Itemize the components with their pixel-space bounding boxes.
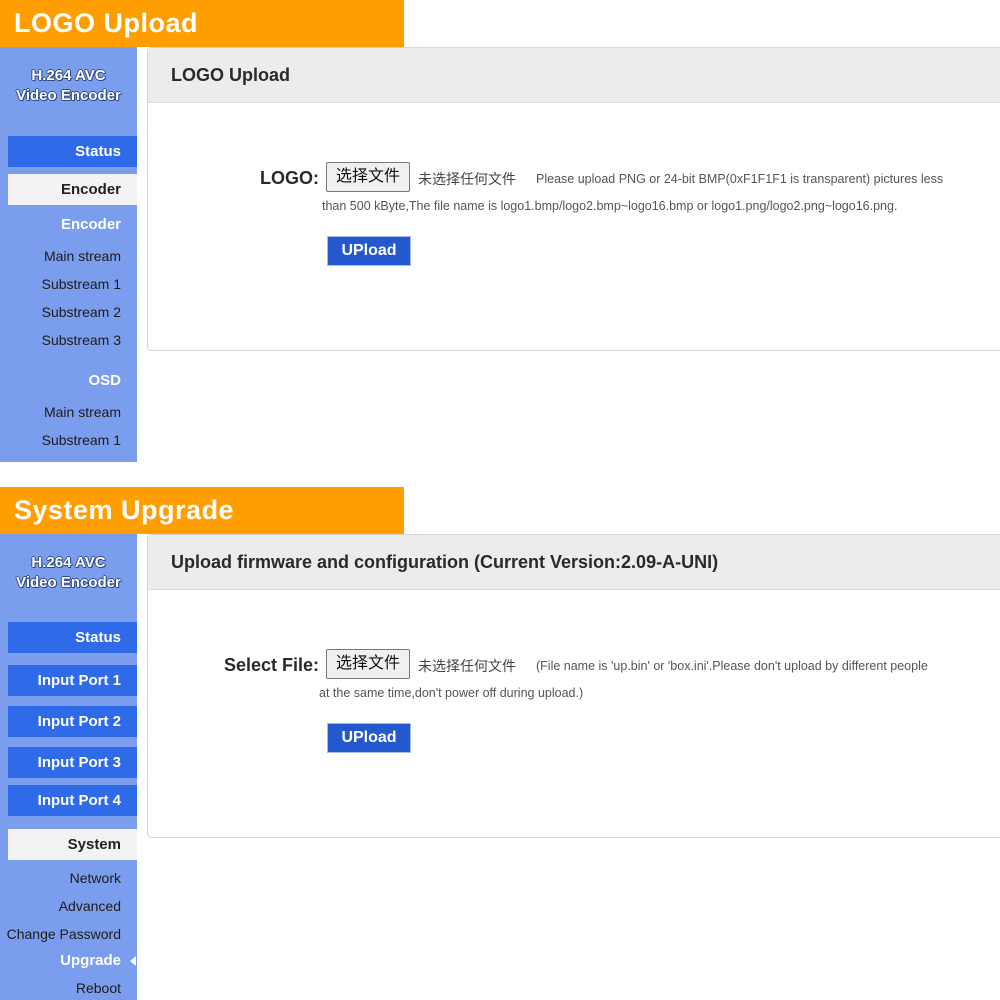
nav-system-reboot[interactable]: Reboot — [0, 980, 121, 996]
brand-title: H.264 AVC Video Encoder — [0, 553, 137, 593]
brand-line-2: Video Encoder — [16, 87, 121, 104]
nav-encoder-substream-1[interactable]: Substream 1 — [0, 276, 121, 292]
sidebar: H.264 AVC Video Encoder Status Input Por… — [0, 534, 137, 1000]
upload-button[interactable]: UPload — [327, 723, 411, 753]
select-file-label: Select File: — [223, 655, 319, 675]
brand-line-2: Video Encoder — [16, 574, 121, 591]
nav-system-network[interactable]: Network — [0, 870, 121, 886]
nav-system-advanced[interactable]: Advanced — [0, 898, 121, 914]
upload-hint-line-2: than 500 kByte,The file name is logo1.bm… — [322, 199, 898, 213]
nav-encoder-main-stream[interactable]: Main stream — [0, 248, 121, 264]
no-file-selected-text: 未选择任何文件 — [418, 171, 516, 187]
nav-encoder-substream-3[interactable]: Substream 3 — [0, 332, 121, 348]
brand-line-1: H.264 AVC — [31, 554, 106, 571]
section-banner: System Upgrade — [0, 487, 404, 534]
upload-hint-line-1: Please upload PNG or 24-bit BMP(0xF1F1F1… — [536, 172, 944, 186]
choose-file-button[interactable]: 选择文件 — [326, 649, 410, 679]
nav-encoder-substream-2[interactable]: Substream 2 — [0, 304, 121, 320]
nav-system-button[interactable]: System — [8, 829, 137, 860]
sidebar: H.264 AVC Video Encoder Status Encoder E… — [0, 47, 137, 462]
nav-osd-heading: OSD — [88, 372, 121, 389]
nav-osd-substream-1[interactable]: Substream 1 — [0, 432, 121, 448]
choose-file-button[interactable]: 选择文件 — [326, 162, 410, 192]
logo-upload-section: LOGO Upload H.264 AVC Video Encoder Stat… — [0, 0, 1000, 462]
nav-input-port-1-button[interactable]: Input Port 1 — [8, 665, 137, 696]
upload-button[interactable]: UPload — [327, 236, 411, 266]
nav-status-button[interactable]: Status — [8, 136, 137, 167]
nav-input-port-4-button[interactable]: Input Port 4 — [8, 785, 137, 816]
upload-hint-line-2: at the same time,don't power off during … — [319, 686, 584, 700]
nav-encoder-heading: Encoder — [60, 216, 121, 233]
nav-input-port-3-button[interactable]: Input Port 3 — [8, 747, 137, 778]
panel-title: Upload firmware and configuration (Curre… — [148, 535, 1000, 590]
brand-title: H.264 AVC Video Encoder — [0, 66, 137, 106]
panel-title: LOGO Upload — [148, 48, 1000, 103]
nav-input-port-2-button[interactable]: Input Port 2 — [8, 706, 137, 737]
brand-line-1: H.264 AVC — [31, 67, 106, 84]
current-page-caret-icon — [130, 956, 136, 966]
system-upgrade-section: System Upgrade H.264 AVC Video Encoder S… — [0, 487, 1000, 1000]
section-banner: LOGO Upload — [0, 0, 404, 47]
nav-system-upgrade[interactable]: Upgrade — [0, 952, 121, 969]
nav-status-button[interactable]: Status — [8, 622, 137, 653]
no-file-selected-text: 未选择任何文件 — [418, 658, 516, 674]
nav-osd-main-stream[interactable]: Main stream — [0, 404, 121, 420]
nav-system-change-password[interactable]: Change Password — [0, 926, 121, 942]
logo-field-label: LOGO: — [260, 168, 319, 188]
upload-hint-line-1: (File name is 'up.bin' or 'box.ini'.Plea… — [536, 659, 928, 673]
nav-encoder-button[interactable]: Encoder — [8, 174, 137, 205]
